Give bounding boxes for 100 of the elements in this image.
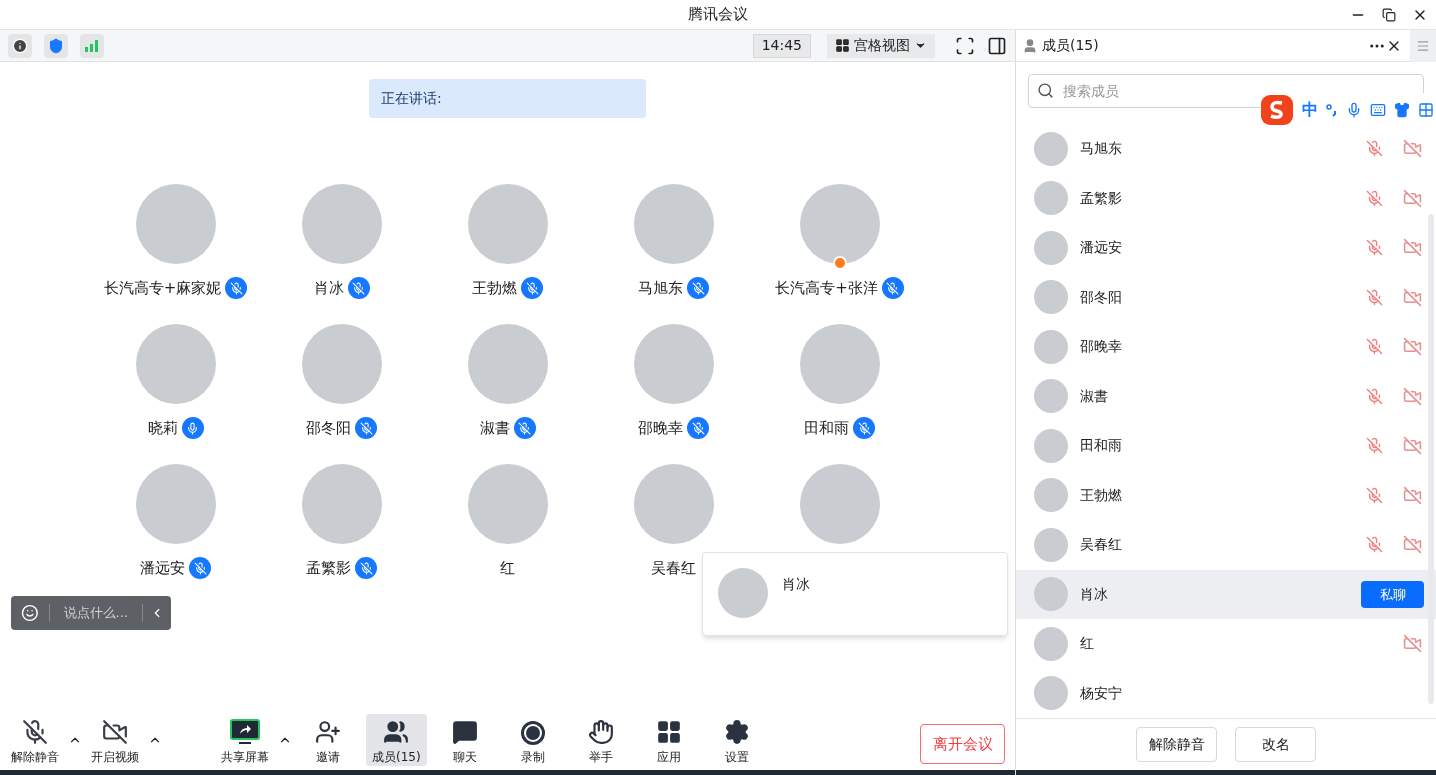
restore-icon[interactable] [1382,8,1396,22]
avatar-placeholder [1034,280,1068,315]
window-title: 腾讯会议 [688,4,748,26]
side-panel-icon[interactable] [987,35,1007,56]
leave-meeting-button[interactable]: 离开会议 [920,724,1005,764]
member-row[interactable]: 吴春红 [1016,520,1436,570]
screen-share-icon [230,719,260,745]
view-menu-button[interactable]: 宫格视图 [827,33,935,58]
member-name: 肖冰 [1080,584,1108,604]
participant-name: 邵晚幸 [638,417,683,439]
keyboard-icon[interactable] [1370,102,1386,118]
participant-name: 孟繁影 [306,557,351,579]
toolbar-button[interactable]: 聊天 [434,714,495,766]
participant-name: 长汽高专+麻家妮 [103,277,222,299]
toolbar-button[interactable]: 解除静音 [4,714,66,766]
member-row[interactable]: 王勃燃 [1016,470,1436,520]
avatar-placeholder [1034,676,1068,711]
chat-icon [451,719,478,745]
speaking-banner: 正在讲话: [369,79,646,118]
private-chat-button[interactable]: 私聊 [1361,580,1424,608]
video-icon [102,719,128,745]
participant-name: 马旭东 [638,277,683,299]
toolbar-button[interactable]: 设置 [706,714,767,766]
person-icon [1022,37,1038,54]
participant-name: 红 [500,557,515,579]
meeting-time: 14:45 [752,33,811,58]
member-row[interactable]: 淑書 [1016,371,1436,421]
avatar-placeholder [1034,131,1068,166]
ime-toolbar[interactable]: 中 [1260,93,1436,127]
avatar-placeholder [1034,329,1068,364]
member-row[interactable]: 邵冬阳 [1016,272,1436,322]
member-row[interactable]: 肖冰 私聊 [1016,569,1436,619]
member-row[interactable]: 红 [1016,619,1436,669]
member-name: 淑書 [1080,386,1108,406]
member-name: 马旭东 [1080,139,1122,159]
avatar-placeholder [718,568,768,618]
emoji-icon[interactable] [21,603,39,623]
member-row[interactable]: 马旭东 [1016,124,1436,174]
toolbar-button[interactable]: 录制 [502,714,563,766]
member-row[interactable]: 邵晚幸 [1016,322,1436,372]
participant-name: 淑書 [479,417,510,439]
toolbar-button[interactable]: 共享屏幕 [214,714,276,766]
member-name: 孟繁影 [1080,188,1122,208]
member-name: 王勃燃 [1080,485,1122,505]
invite-icon [315,719,341,745]
toolbar-button[interactable]: 成员(15) [366,714,427,766]
chat-placeholder: 说点什么... [62,604,129,623]
toolbar-button[interactable]: 举手 [570,714,631,766]
participant-name: 潘远安 [140,557,185,579]
member-row[interactable]: 田和雨 [1016,421,1436,471]
mic-icon[interactable] [1346,102,1362,118]
member-name: 红 [1080,634,1094,654]
participant-name: 吴春红 [651,557,696,579]
member-name: 杨安宁 [1080,683,1122,703]
avatar-placeholder [1034,230,1068,265]
hover-card-name: 肖冰 [782,575,810,594]
member-name: 田和雨 [1080,436,1122,456]
ime-logo-icon [1260,94,1294,126]
shirt-icon[interactable] [1394,102,1410,118]
member-row[interactable]: 孟繁影 [1016,173,1436,223]
avatar-placeholder [1034,577,1068,612]
apps-icon [655,719,682,745]
menu-icon [1416,38,1430,53]
avatar-placeholder [1034,478,1068,513]
hand-icon [587,719,614,745]
grid-icon [835,38,850,53]
member-row[interactable]: 潘远安 [1016,223,1436,273]
panel-button[interactable]: 解除静音 [1136,727,1217,762]
toolbar-button[interactable]: 开启视频 [84,714,146,766]
member-name: 潘远安 [1080,238,1122,258]
panel-title: 成员(15) [1042,36,1099,55]
participant-name: 邵冬阳 [306,417,351,439]
toolbar-button[interactable]: 邀请 [298,714,358,766]
fullscreen-icon[interactable] [955,35,975,56]
participant-name: 长汽高专+张洋 [775,277,878,299]
panel-button[interactable]: 改名 [1235,727,1316,762]
member-name: 邵冬阳 [1080,287,1122,307]
toolbar-button[interactable]: 应用 [638,714,699,766]
participant-name: 王勃燃 [472,277,517,299]
mic-icon [22,719,48,745]
member-name: 吴春红 [1080,535,1122,555]
shield-icon [48,37,64,54]
info-button[interactable] [8,33,32,58]
avatar-placeholder [1034,626,1068,661]
security-button[interactable] [44,33,68,58]
signal-bars-icon [85,39,99,52]
avatar-placeholder [1034,379,1068,414]
avatar-placeholder [1034,527,1068,562]
grid-icon[interactable] [1418,102,1434,118]
participant-name: 肖冰 [313,277,344,299]
members-icon [383,719,410,745]
avatar-placeholder [1034,181,1068,216]
member-name: 邵晚幸 [1080,337,1122,357]
settings-icon [723,719,750,745]
avatar-placeholder [1034,428,1068,463]
info-icon [12,37,28,54]
chat-input-pill[interactable]: 说点什么... [11,596,171,630]
search-icon [1037,82,1054,99]
member-row[interactable]: 杨安宁 [1016,668,1436,718]
punctuation-icon[interactable] [1326,103,1338,117]
